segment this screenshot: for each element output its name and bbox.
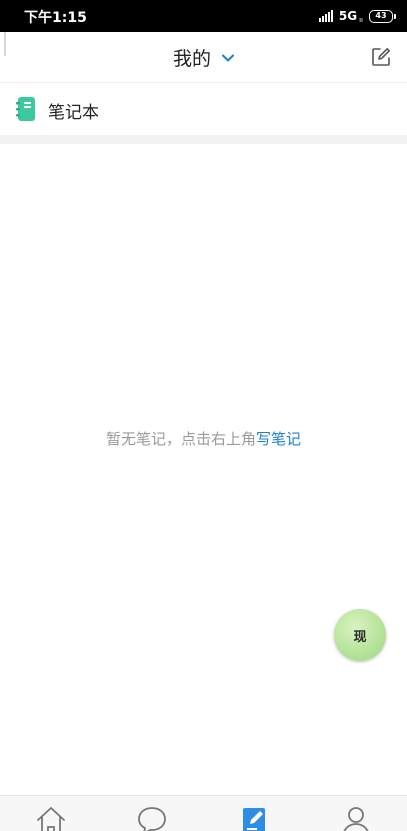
screen: 下午1:15 5G ıı 43 我的 笔记本 暂无笔记，点击右上角写笔记 现	[0, 0, 407, 831]
notes-icon[interactable]	[238, 804, 272, 831]
chat-bubble-icon[interactable]	[135, 804, 169, 831]
header: 我的	[0, 32, 407, 83]
notebook-label: 笔记本	[48, 103, 99, 123]
page-title: 我的	[172, 48, 211, 70]
floating-action-button[interactable]: 现	[334, 609, 386, 661]
notebook-row[interactable]: 笔记本	[0, 83, 407, 135]
network-activity-icon: ıı	[359, 16, 363, 24]
status-indicators: 5G ıı 43	[318, 6, 396, 26]
status-bar: 下午1:15 5G ıı 43	[0, 0, 407, 32]
status-time: 下午1:15	[24, 10, 87, 26]
battery-level: 43	[375, 11, 387, 20]
notebook-icon	[16, 97, 35, 121]
section-divider	[0, 135, 407, 144]
profile-icon[interactable]	[339, 804, 373, 831]
chevron-down-icon	[222, 54, 235, 61]
empty-state: 暂无笔记，点击右上角写笔记	[0, 428, 407, 449]
bottom-nav	[0, 795, 407, 831]
edit-note-icon[interactable]	[371, 47, 391, 67]
write-note-link[interactable]: 写笔记	[256, 430, 301, 448]
empty-state-text: 暂无笔记，点击右上角	[105, 430, 256, 448]
home-icon[interactable]	[34, 804, 68, 831]
title-dropdown[interactable]: 我的	[0, 44, 407, 71]
signal-icon	[318, 10, 333, 22]
network-type: 5G	[338, 9, 358, 23]
floating-button-label: 现	[353, 629, 367, 645]
battery-icon: 43	[369, 9, 396, 23]
